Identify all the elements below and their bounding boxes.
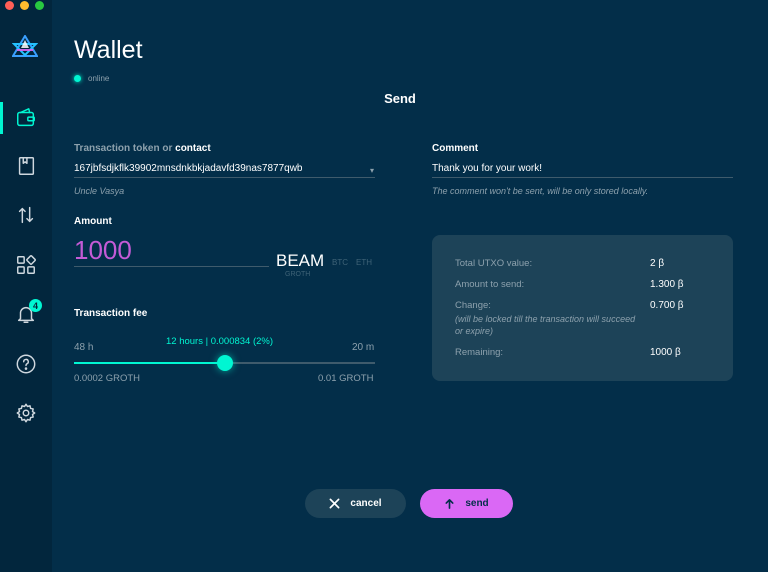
app-window: 4 Wallet online Send Transaction token o… [0, 0, 768, 572]
currency-btc[interactable]: BTC [332, 258, 348, 267]
total-utxo-value: 2 β [650, 258, 665, 269]
cancel-button[interactable]: cancel [305, 489, 406, 518]
remaining-value: 1000 β [650, 347, 681, 358]
comment-hint: The comment won't be sent, will be only … [432, 186, 649, 196]
cancel-button-label: cancel [350, 498, 382, 509]
currency-eth[interactable]: ETH [356, 258, 372, 267]
gear-icon [16, 403, 36, 423]
notification-badge: 4 [29, 299, 42, 312]
fee-left-time: 48 h [74, 342, 94, 353]
change-label: Change: [455, 300, 491, 311]
sidebar: 4 [0, 0, 52, 572]
connection-status: online [74, 74, 109, 83]
fee-max: 0.01 GROTH [318, 373, 374, 384]
chevron-down-icon[interactable]: ▾ [370, 166, 374, 175]
token-label-prefix: Transaction token or [74, 143, 173, 154]
address-book-icon [18, 157, 35, 175]
amount-label: Amount [74, 216, 112, 227]
sidebar-item-address-book[interactable] [0, 148, 52, 184]
amount-input-underline [74, 266, 269, 267]
token-input[interactable]: 167jbfsdjkflk39902mnsdnkbkjadavfd39nas78… [74, 163, 303, 174]
dashboard-grid-icon [17, 255, 36, 274]
sidebar-item-utxo[interactable] [0, 197, 52, 233]
window-controls [5, 1, 44, 10]
currency-sub-label: GROTH [285, 271, 311, 278]
maximize-window-button[interactable] [35, 1, 44, 10]
help-icon [16, 354, 36, 374]
fee-slider[interactable] [74, 355, 375, 371]
arrow-up-icon [445, 499, 454, 509]
comment-input-underline [432, 177, 733, 178]
transaction-summary-panel: Total UTXO value: 2 β Amount to send: 1.… [432, 235, 733, 381]
sidebar-item-dashboard[interactable] [0, 247, 52, 283]
token-label-contact: contact [175, 143, 211, 154]
sidebar-item-notifications[interactable]: 4 [0, 296, 52, 332]
amount-to-send-label: Amount to send: [455, 279, 525, 290]
sidebar-item-settings[interactable] [0, 395, 52, 431]
close-window-button[interactable] [5, 1, 14, 10]
transfer-arrows-icon [18, 206, 34, 224]
change-value: 0.700 β [650, 300, 684, 311]
wallet-icon [17, 108, 35, 127]
page-title: Wallet [74, 36, 143, 64]
total-utxo-label: Total UTXO value: [455, 258, 533, 269]
fee-right-time: 20 m [352, 342, 375, 353]
close-icon [329, 498, 340, 509]
amount-to-send-value: 1.300 β [650, 279, 684, 290]
remaining-label: Remaining: [455, 347, 504, 358]
comment-input[interactable]: Thank you for your work! [432, 163, 542, 174]
fee-min: 0.0002 GROTH [74, 373, 140, 384]
send-button[interactable]: send [420, 489, 513, 518]
comment-label: Comment [432, 143, 479, 154]
token-label: Transaction token or contact [74, 143, 211, 154]
status-dot-icon [74, 75, 81, 82]
fee-slider-thumb[interactable] [216, 355, 233, 371]
send-button-label: send [465, 498, 489, 509]
minimize-window-button[interactable] [20, 1, 29, 10]
fee-slider-fill [74, 362, 225, 364]
send-heading: Send [384, 91, 416, 106]
sidebar-item-help[interactable] [0, 346, 52, 382]
currency-beam[interactable]: BEAM [276, 251, 324, 271]
token-input-underline [74, 177, 375, 178]
status-text: online [88, 74, 110, 83]
contact-name: Uncle Vasya [74, 186, 125, 196]
beam-logo [12, 35, 38, 57]
amount-input[interactable]: 1000 [74, 235, 132, 266]
fee-current-value: 12 hours | 0.000834 (2%) [166, 336, 274, 347]
fee-label: Transaction fee [74, 308, 148, 319]
change-note: (will be locked till the transaction wil… [455, 314, 636, 336]
